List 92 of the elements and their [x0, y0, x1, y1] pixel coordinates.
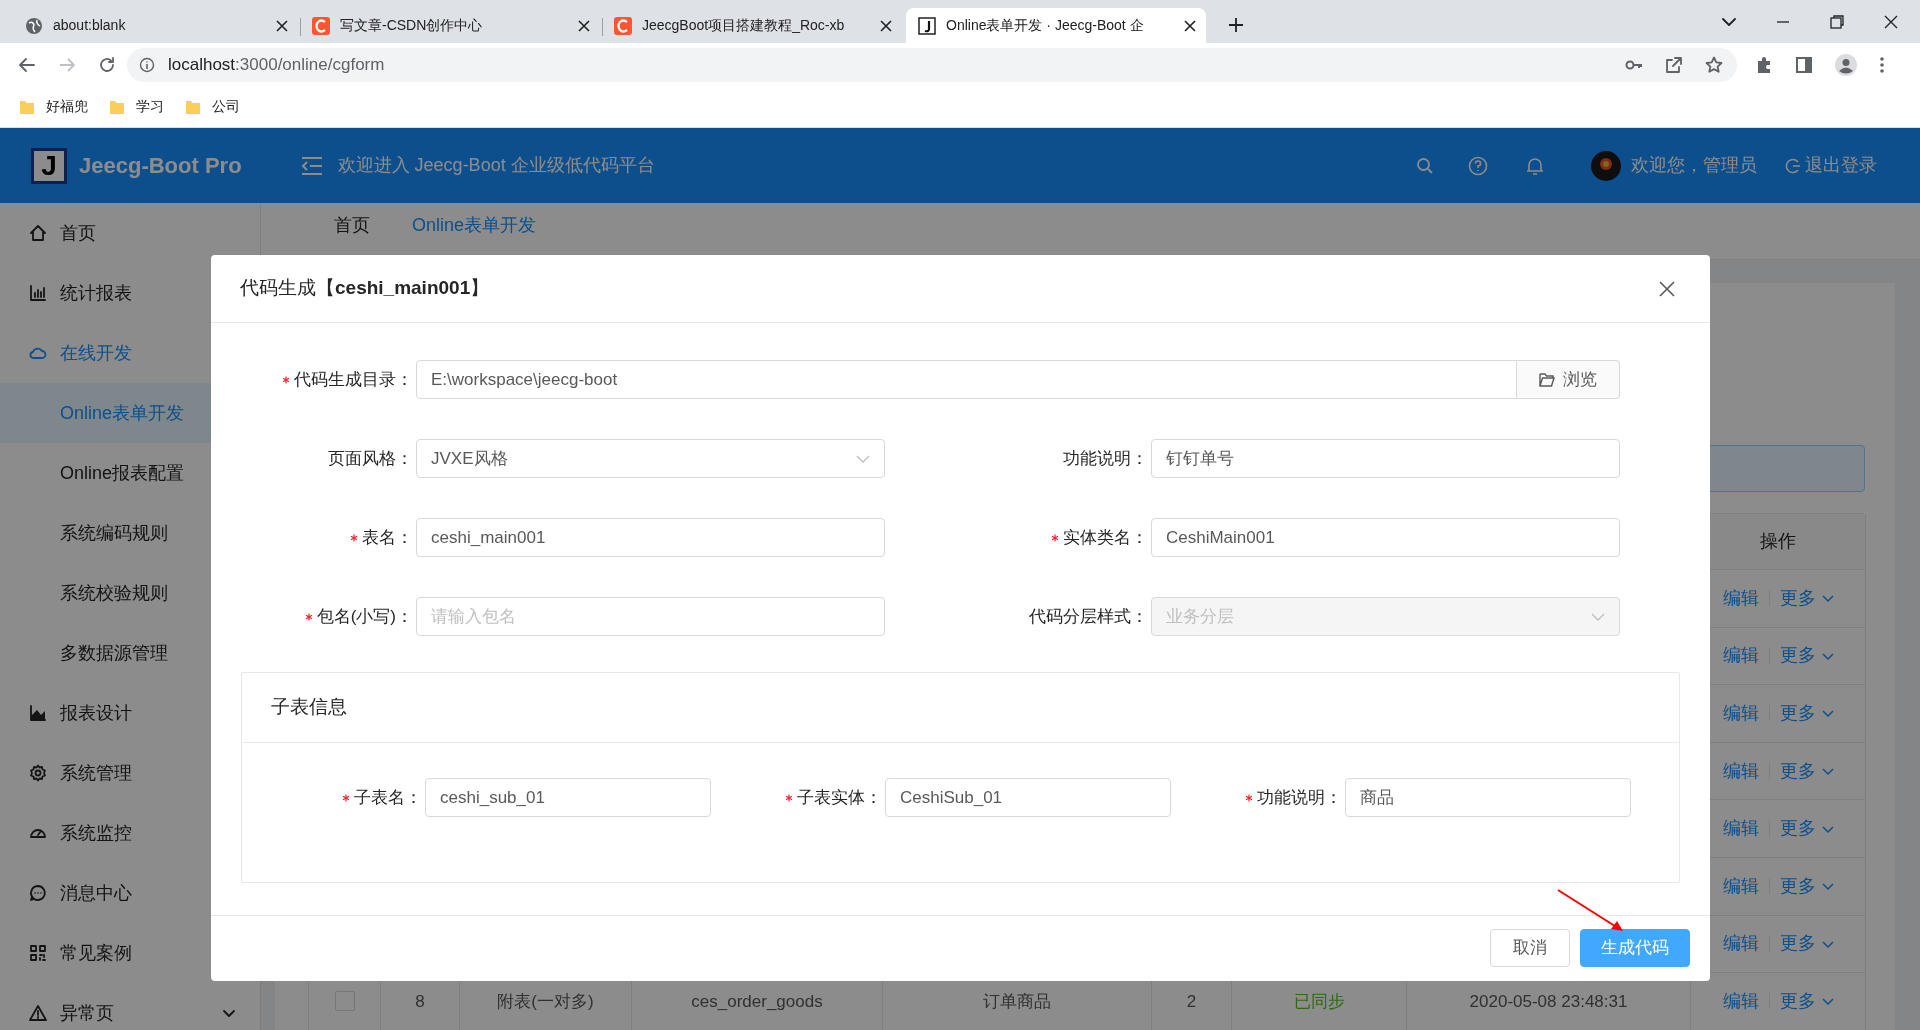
- close-icon[interactable]: [1884, 15, 1898, 29]
- input-field[interactable]: ceshi_sub_01: [425, 778, 711, 817]
- field-label: 子表实体：: [797, 786, 882, 809]
- star-icon[interactable]: [1705, 55, 1723, 74]
- folder-icon: [186, 98, 200, 115]
- browse-button[interactable]: 浏览: [1517, 360, 1620, 399]
- tab-title: 写文章-CSDN创作中心: [340, 16, 483, 35]
- search-icon[interactable]: [1416, 156, 1434, 175]
- browser-tab[interactable]: Online表单开发 · Jeecg-Boot 企: [906, 8, 1206, 43]
- input-field[interactable]: 商品: [1345, 778, 1631, 817]
- warning-icon: [29, 1004, 47, 1022]
- close-icon[interactable]: [1184, 19, 1196, 32]
- settings-icon: [29, 764, 47, 782]
- side-panel-icon[interactable]: [1795, 55, 1813, 74]
- chevron-down-icon: [1821, 592, 1834, 605]
- menu-item[interactable]: 系统监控: [0, 803, 260, 863]
- chevron-down-icon: [1821, 995, 1834, 1008]
- input-field[interactable]: CeshiMain001: [1151, 518, 1620, 557]
- chevron-down-icon: [1821, 880, 1834, 893]
- chevron-down-icon: [1821, 765, 1834, 778]
- menu-item[interactable]: 系统管理: [0, 743, 260, 803]
- field-label: 功能说明：: [1257, 786, 1342, 809]
- qr-code-icon: [29, 944, 47, 962]
- field-label: 代码生成目录：: [294, 368, 413, 391]
- profile-icon[interactable]: [1835, 53, 1857, 76]
- more-menu-icon[interactable]: [1879, 55, 1885, 74]
- j-logo-icon: [918, 16, 936, 35]
- bar-chart-icon: [29, 284, 47, 302]
- back-icon[interactable]: [18, 55, 36, 74]
- input-field[interactable]: 钉钉单号: [1151, 439, 1620, 478]
- menu-item[interactable]: 消息中心: [0, 863, 260, 923]
- logo-icon: J: [31, 147, 67, 184]
- close-icon[interactable]: [1659, 280, 1675, 297]
- page-tab[interactable]: 首页: [334, 212, 370, 259]
- field-label: 代码分层样式：: [1029, 605, 1148, 628]
- input-field[interactable]: CeshiSub_01: [885, 778, 1171, 817]
- menu-item[interactable]: 异常页: [0, 983, 260, 1030]
- section-title: 子表信息: [271, 695, 347, 720]
- cancel-button[interactable]: 取消: [1490, 928, 1570, 967]
- restore-icon[interactable]: [1830, 15, 1844, 29]
- browser-tab[interactable]: about:blank: [0, 8, 298, 43]
- reload-icon[interactable]: [98, 55, 116, 74]
- share-icon[interactable]: [1665, 55, 1683, 74]
- bell-icon[interactable]: [1526, 155, 1544, 176]
- select-field[interactable]: JVXE风格: [416, 439, 885, 478]
- tab-title: JeecgBoot项目搭建教程_Roc-xb: [642, 16, 845, 35]
- directory-input[interactable]: E:\workspace\jeecg-boot: [416, 360, 1517, 399]
- c-logo-icon: [614, 16, 632, 35]
- menu-item[interactable]: 常见案例: [0, 923, 260, 983]
- chevron-down-icon: [1821, 707, 1834, 720]
- close-icon[interactable]: [880, 19, 892, 32]
- menu-fold-icon[interactable]: [299, 155, 324, 176]
- field-label: 功能说明：: [1063, 447, 1148, 470]
- close-icon[interactable]: [578, 19, 590, 32]
- c-logo-icon: [312, 16, 330, 35]
- message-icon: [29, 884, 47, 902]
- input-field[interactable]: 请输入包名: [416, 597, 885, 636]
- browser-tab[interactable]: JeecgBoot项目搭建教程_Roc-xb: [604, 8, 902, 43]
- bookmark[interactable]: 学习: [110, 96, 164, 117]
- browser-tab[interactable]: 写文章-CSDN创作中心: [302, 8, 600, 43]
- menu-item[interactable]: 报表设计: [0, 683, 260, 743]
- address-bar[interactable]: localhost:3000/online/cgform: [127, 47, 1737, 82]
- field-label: 表名：: [362, 526, 413, 549]
- field-label: 页面风格：: [328, 447, 413, 470]
- close-icon[interactable]: [276, 19, 288, 32]
- tab-title: about:blank: [53, 16, 126, 35]
- home-icon: [29, 224, 47, 242]
- annotation-arrow: [1556, 888, 1626, 934]
- info-icon: [139, 56, 155, 73]
- url-text: localhost:3000/online/cgform: [168, 53, 385, 76]
- area-chart-icon: [29, 704, 47, 722]
- field-label: 包名(小写)：: [316, 605, 413, 628]
- dialog-title: 代码生成【ceshi_main001】: [240, 276, 490, 301]
- folder-icon: [20, 98, 34, 115]
- folder-icon: [110, 98, 124, 115]
- menu-item[interactable]: 首页: [0, 203, 260, 263]
- input-field[interactable]: ceshi_main001: [416, 518, 885, 557]
- avatar-icon[interactable]: [1591, 150, 1621, 181]
- new-tab-icon[interactable]: [1228, 17, 1244, 33]
- help-icon[interactable]: [1468, 155, 1488, 176]
- app-name: Jeecg-Boot Pro: [79, 152, 242, 180]
- field-label: 子表名：: [354, 786, 422, 809]
- chevron-down-icon[interactable]: [1722, 15, 1736, 29]
- bookmark[interactable]: 好福兜: [20, 96, 88, 117]
- field-label: 实体类名：: [1063, 526, 1148, 549]
- tab-title: Online表单开发 · Jeecg-Boot 企: [946, 16, 1144, 35]
- globe-icon: [25, 16, 43, 35]
- bookmark[interactable]: 公司: [186, 96, 240, 117]
- welcome-text: 欢迎进入 Jeecg-Boot 企业级低代码平台: [337, 154, 655, 177]
- puzzle-icon[interactable]: [1755, 55, 1773, 74]
- logout-icon: [1785, 157, 1801, 174]
- folder-open-icon: [1539, 372, 1555, 387]
